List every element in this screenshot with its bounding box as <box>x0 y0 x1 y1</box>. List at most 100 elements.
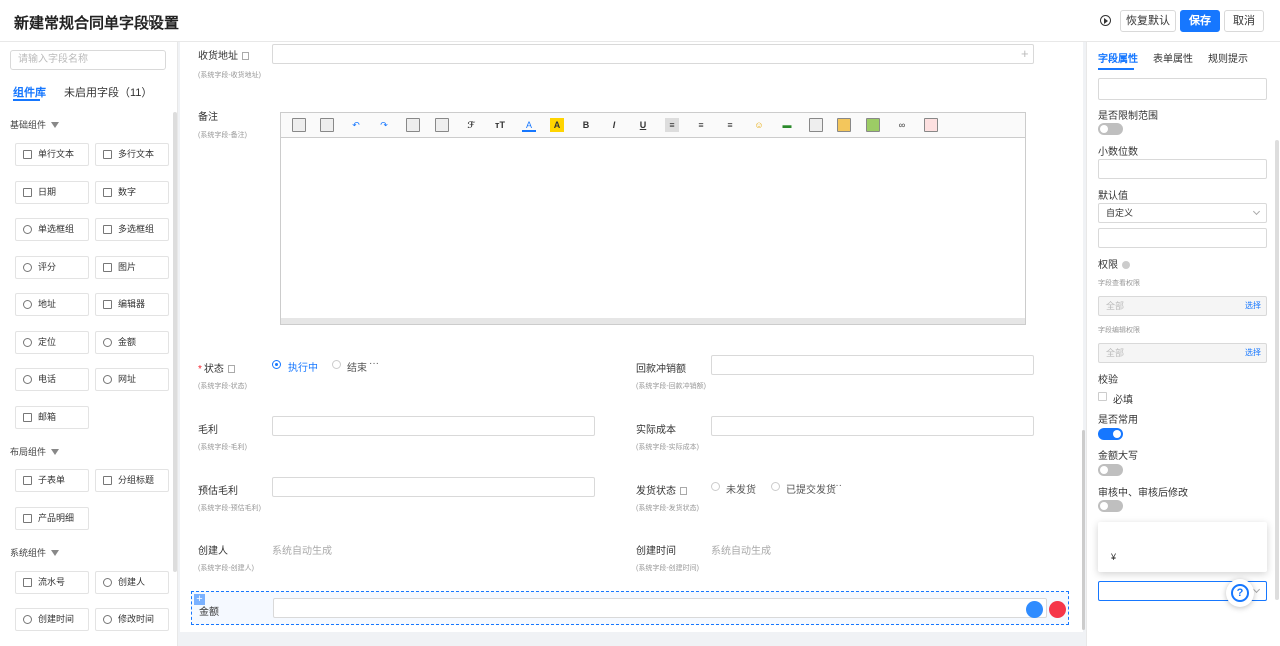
tab-disabled-fields[interactable]: 未启用字段（11） <box>64 84 152 100</box>
decimal-input[interactable] <box>1098 159 1267 179</box>
refund-input[interactable] <box>711 355 1034 375</box>
currency-dropdown[interactable]: ¥ <box>1098 522 1267 572</box>
view-perm-select[interactable]: 全部 选择 <box>1098 296 1267 316</box>
edit-perm-select-link[interactable]: 选择 <box>1245 344 1261 362</box>
plus-icon[interactable]: + <box>1021 47 1029 61</box>
gross-input[interactable] <box>272 416 595 436</box>
comp-subform[interactable]: 子表单 <box>15 469 89 492</box>
italic-icon[interactable]: I <box>607 118 621 132</box>
right-scrollbar[interactable] <box>1275 140 1279 600</box>
required-checkbox[interactable] <box>1098 392 1107 401</box>
align-center-icon[interactable]: ≡ <box>694 118 708 132</box>
redo-icon[interactable]: ↷ <box>377 118 391 132</box>
default-value-select[interactable]: 自定义 <box>1098 203 1267 223</box>
more-options[interactable]: ··· <box>832 480 842 491</box>
comp-location[interactable]: 定位 <box>15 331 89 354</box>
selected-field-amount[interactable]: + 金额 <box>191 591 1069 625</box>
preview-play-icon[interactable] <box>1100 15 1111 26</box>
group-title-basic[interactable]: 基础组件 <box>10 118 60 131</box>
left-scrollbar[interactable] <box>173 112 177 572</box>
shipping-address-input[interactable] <box>272 44 1034 64</box>
tab-form-properties[interactable]: 表单属性 <box>1153 50 1193 65</box>
align-right-icon[interactable]: ≡ <box>723 118 737 132</box>
bold-icon[interactable]: B <box>579 118 593 132</box>
group-title-layout[interactable]: 布局组件 <box>10 445 60 458</box>
comp-group-title[interactable]: 分组标题 <box>95 469 169 492</box>
comp-create-time[interactable]: 创建时间 <box>15 608 89 631</box>
actual-cost-input[interactable] <box>711 416 1034 436</box>
tab-rule-tips[interactable]: 规则提示 <box>1208 50 1248 65</box>
comp-modify-time[interactable]: 修改时间 <box>95 608 169 631</box>
comp-product-detail[interactable]: 产品明细 <box>15 507 89 530</box>
help-button[interactable]: ? <box>1226 579 1254 607</box>
option-ended[interactable]: 结束 <box>347 359 367 374</box>
currency-option-yuan[interactable]: ¥ <box>1111 552 1116 562</box>
option-not-shipped[interactable]: 未发货 <box>726 481 756 496</box>
horizontal-rule-icon[interactable]: ▬ <box>780 118 794 132</box>
radio-not-shipped[interactable] <box>711 482 720 491</box>
comp-date[interactable]: 日期 <box>15 181 89 204</box>
comp-rating[interactable]: 评分 <box>15 256 89 279</box>
restore-default-button[interactable]: 恢复默认 <box>1120 10 1176 32</box>
cancel-button[interactable]: 取消 <box>1224 10 1264 32</box>
copy-icon[interactable] <box>1026 601 1043 618</box>
media-icon[interactable] <box>866 118 880 132</box>
canvas-scrollbar[interactable] <box>1082 430 1085 630</box>
link-icon[interactable]: ∞ <box>895 118 909 132</box>
map-icon[interactable] <box>924 118 938 132</box>
uppercase-toggle[interactable] <box>1098 464 1123 476</box>
more-options[interactable]: ··· <box>369 358 379 369</box>
layout-icon[interactable] <box>149 15 160 26</box>
document-icon[interactable] <box>292 118 306 132</box>
underline-icon[interactable]: U <box>636 118 650 132</box>
est-gross-input[interactable] <box>272 477 595 497</box>
tab-field-properties[interactable]: 字段属性 <box>1098 50 1138 65</box>
comp-image[interactable]: 图片 <box>95 256 169 279</box>
highlight-icon[interactable]: A <box>550 118 564 132</box>
comp-creator[interactable]: 创建人 <box>95 571 169 594</box>
save-button[interactable]: 保存 <box>1180 10 1220 32</box>
description-textarea[interactable] <box>1098 78 1267 100</box>
view-perm-select-link[interactable]: 选择 <box>1245 297 1261 315</box>
hide-eye-icon[interactable] <box>1049 601 1066 618</box>
limit-range-toggle[interactable] <box>1098 123 1123 135</box>
info-icon[interactable] <box>1122 261 1130 269</box>
radio-executing[interactable] <box>272 360 281 369</box>
comp-serial[interactable]: 流水号 <box>15 571 89 594</box>
group-title-system[interactable]: 系统组件 <box>10 546 60 559</box>
review-edit-toggle[interactable] <box>1098 500 1123 512</box>
edit-perm-select[interactable]: 全部 选择 <box>1098 343 1267 363</box>
comp-editor[interactable]: 编辑器 <box>95 293 169 316</box>
field-search-input[interactable]: 请输入字段名称 <box>10 50 166 70</box>
comp-url[interactable]: 网址 <box>95 368 169 391</box>
undo-icon[interactable]: ↶ <box>349 118 363 132</box>
comp-single-text[interactable]: 单行文本 <box>15 143 89 166</box>
radio-submitted-ship[interactable] <box>771 482 780 491</box>
paste-text-icon[interactable] <box>435 118 449 132</box>
comp-radio-group[interactable]: 单选框组 <box>15 218 89 241</box>
tab-component-library[interactable]: 组件库 <box>13 84 46 100</box>
image-icon[interactable] <box>837 118 851 132</box>
comp-phone[interactable]: 电话 <box>15 368 89 391</box>
comp-email[interactable]: 邮箱 <box>15 406 89 429</box>
template-icon[interactable] <box>320 118 334 132</box>
option-executing[interactable]: 执行中 <box>288 359 318 374</box>
option-submitted-ship[interactable]: 已提交发货 <box>786 481 836 496</box>
comp-amount[interactable]: 金额 <box>95 331 169 354</box>
align-left-icon[interactable]: ≡ <box>665 118 679 132</box>
table-icon[interactable] <box>809 118 823 132</box>
comp-multi-text[interactable]: 多行文本 <box>95 143 169 166</box>
emoji-icon[interactable]: ☺ <box>752 118 766 132</box>
common-toggle[interactable] <box>1098 428 1123 440</box>
font-family-icon[interactable]: ℱ <box>464 118 478 132</box>
comp-number[interactable]: 数字 <box>95 181 169 204</box>
paste-icon[interactable] <box>406 118 420 132</box>
rich-text-editor[interactable]: ↶ ↷ ℱ тT A A B I U ≡ ≡ ≡ ☺ ▬ ∞ <box>280 112 1026 325</box>
comp-address[interactable]: 地址 <box>15 293 89 316</box>
amount-input[interactable] <box>273 598 1047 618</box>
comp-checkbox-group[interactable]: 多选框组 <box>95 218 169 241</box>
font-size-icon[interactable]: тT <box>493 118 507 132</box>
default-value-input[interactable] <box>1098 228 1267 248</box>
radio-ended[interactable] <box>332 360 341 369</box>
font-color-icon[interactable]: A <box>522 118 536 132</box>
